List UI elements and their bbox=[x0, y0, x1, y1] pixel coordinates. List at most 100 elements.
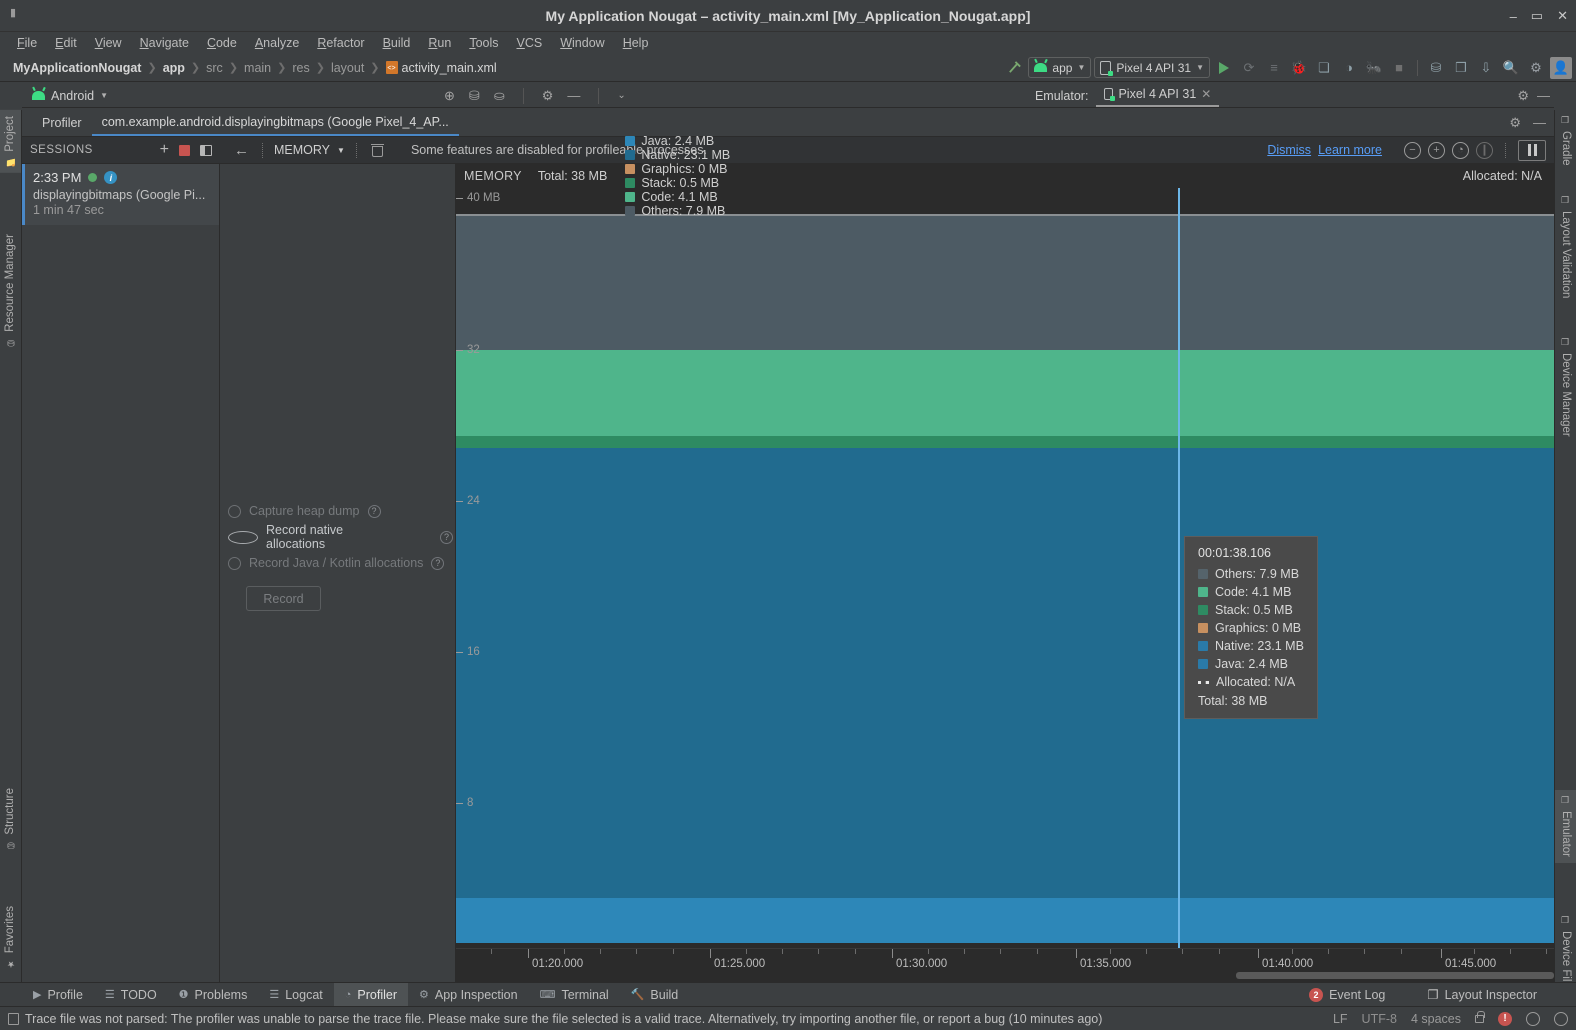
add-session-button[interactable]: + bbox=[160, 142, 169, 158]
bottom-tab-todo[interactable]: ☰ TODO bbox=[94, 983, 168, 1007]
radio-button[interactable] bbox=[228, 530, 258, 544]
trash-icon[interactable] bbox=[370, 143, 384, 157]
sdk-manager-icon[interactable]: ⛁ bbox=[1425, 57, 1447, 79]
breadcrumb-item-res[interactable]: res bbox=[289, 61, 312, 75]
minimize-icon[interactable]: — bbox=[567, 88, 580, 103]
align-icon[interactable]: ⛁ bbox=[469, 88, 480, 104]
avatar[interactable]: 👤 bbox=[1550, 56, 1572, 79]
minimize-icon[interactable]: — bbox=[1533, 115, 1546, 131]
record-options-list[interactable]: Capture heap dump? Record native allocati… bbox=[228, 504, 453, 570]
apply-code-changes-icon[interactable]: ≡ bbox=[1263, 57, 1285, 79]
breadcrumb-item-src[interactable]: src bbox=[203, 61, 226, 75]
memory-plot[interactable]: 40 MB 32 24 16 8 00:01:38.106 Others: 7.… bbox=[456, 188, 1554, 948]
breadcrumb[interactable]: MyApplicationNougat ❯ app ❯ src ❯ main ❯ res ❯ lay… bbox=[10, 60, 500, 75]
bottom-tab-app-inspection[interactable]: ⚙ App Inspection bbox=[408, 983, 529, 1007]
emulator-tab[interactable]: Pixel 4 API 31 ✕ bbox=[1096, 84, 1220, 107]
sync-gradle-icon[interactable]: ⇩ bbox=[1475, 57, 1497, 79]
expand-icon[interactable]: ⌄ bbox=[617, 90, 625, 101]
record-option-2[interactable]: Record Java / Kotlin allocations? bbox=[228, 556, 453, 570]
device-selector[interactable]: Pixel 4 API 31 ▼ bbox=[1094, 57, 1210, 78]
profiler-process-tab[interactable]: com.example.android.displayingbitmaps (G… bbox=[91, 111, 459, 136]
zoom-out-icon[interactable]: − bbox=[1404, 141, 1421, 159]
center-view-icon[interactable]: ⊕ bbox=[444, 88, 455, 104]
back-arrow-icon[interactable]: ← bbox=[226, 142, 257, 159]
menu-item-vcs[interactable]: VCS bbox=[508, 34, 552, 52]
record-option-0[interactable]: Capture heap dump? bbox=[228, 504, 453, 518]
info-icon[interactable]: i bbox=[104, 171, 118, 184]
session-list-item[interactable]: 2:33 PM i displayingbitmaps (Google Pi..… bbox=[22, 164, 219, 225]
tool-tab-project[interactable]: 📁 Project bbox=[0, 110, 21, 173]
tool-tab-resource-manager[interactable]: ⛁ Resource Manager bbox=[0, 228, 21, 353]
menu-item-build[interactable]: Build bbox=[374, 34, 420, 52]
menu-item-view[interactable]: View bbox=[86, 34, 131, 52]
indent-setting[interactable]: 4 spaces bbox=[1411, 1012, 1461, 1026]
tool-tab-gradle[interactable]: ❐ Gradle bbox=[1555, 110, 1576, 172]
bottom-tab-build[interactable]: 🔨 Build bbox=[620, 983, 690, 1007]
gear-icon[interactable]: ⚙ bbox=[1517, 88, 1529, 104]
breadcrumb-item-layout[interactable]: layout bbox=[328, 61, 367, 75]
run-config-selector[interactable]: app ▼ bbox=[1028, 57, 1092, 78]
menu-item-navigate[interactable]: Navigate bbox=[131, 34, 198, 52]
radio-button[interactable] bbox=[228, 556, 241, 570]
breadcrumb-item-main[interactable]: main bbox=[241, 61, 274, 75]
bottom-tool-bar[interactable]: ▶ Profile ☰ TODO ❶ Problems ☰ Logcat ◔ Profiler ⚙ A… bbox=[0, 982, 1576, 1007]
timeline-axis[interactable]: 01:20.000 01:25.000 01:30.000 01:35.000 01:4… bbox=[456, 948, 1554, 982]
profile-icon[interactable]: ◑ bbox=[1338, 57, 1360, 79]
menu-item-tools[interactable]: Tools bbox=[460, 34, 507, 52]
run-profiler-icon[interactable]: 🐜 bbox=[1363, 57, 1385, 79]
timeline-scrollbar[interactable] bbox=[1236, 972, 1554, 979]
encoding[interactable]: UTF-8 bbox=[1362, 1012, 1397, 1026]
minimize-icon[interactable]: — bbox=[1537, 88, 1550, 103]
layout-icon[interactable]: ⛀ bbox=[494, 88, 505, 104]
gear-icon[interactable]: ⚙ bbox=[1509, 115, 1521, 131]
help-icon[interactable]: ? bbox=[431, 556, 445, 570]
line-separator[interactable]: LF bbox=[1333, 1012, 1348, 1026]
run-button[interactable] bbox=[1213, 57, 1235, 79]
breadcrumb-project[interactable]: MyApplicationNougat bbox=[10, 61, 144, 75]
attach-debugger-icon[interactable]: ❏ bbox=[1313, 57, 1335, 79]
breadcrumb-file[interactable]: activity_main.xml bbox=[383, 60, 500, 75]
menu-bar[interactable]: File Edit View Navigate Code Analyze Refactor B… bbox=[0, 32, 1576, 54]
menu-item-refactor[interactable]: Refactor bbox=[308, 34, 373, 52]
tool-tab-device-manager[interactable]: ❐ Device Manager bbox=[1555, 332, 1576, 443]
toggle-sessions-panel-button[interactable] bbox=[200, 144, 212, 156]
event-log-button[interactable]: 2 Event Log bbox=[1298, 983, 1396, 1007]
close-button[interactable]: ✕ bbox=[1557, 8, 1568, 24]
stage-selector[interactable]: MEMORY ▼ bbox=[268, 143, 351, 157]
jump-to-live-icon[interactable]: ❙ bbox=[1476, 141, 1493, 159]
bottom-tab-terminal[interactable]: ⌨ Terminal bbox=[529, 983, 620, 1007]
menu-item-file[interactable]: File bbox=[8, 34, 46, 52]
bottom-tab-problems[interactable]: ❶ Problems bbox=[168, 983, 259, 1007]
menu-item-help[interactable]: Help bbox=[614, 34, 658, 52]
gear-icon[interactable]: ⚙ bbox=[1525, 57, 1547, 79]
left-tool-strip[interactable]: 📁 Project ⛁ Resource Manager ⛁ Structure ★ Favo… bbox=[0, 110, 22, 1030]
timeline-cursor[interactable] bbox=[1178, 188, 1180, 948]
bottom-tab-profile[interactable]: ▶ Profile bbox=[22, 983, 94, 1007]
menu-item-code[interactable]: Code bbox=[198, 34, 246, 52]
right-tool-strip[interactable]: ❐ Gradle ❐ Layout Validation ❐ Device Manager… bbox=[1554, 110, 1576, 1030]
stop-session-button[interactable] bbox=[179, 144, 190, 156]
avd-manager-icon[interactable]: ❒ bbox=[1450, 57, 1472, 79]
chevron-down-icon[interactable]: ▼ bbox=[100, 91, 108, 100]
help-icon[interactable]: ? bbox=[367, 504, 381, 518]
stage-controls[interactable]: ← MEMORY ▼ bbox=[220, 137, 399, 163]
breadcrumb-item-app[interactable]: app bbox=[160, 61, 188, 75]
debug-icon[interactable]: 🐞 bbox=[1288, 57, 1310, 79]
apply-changes-icon[interactable]: ⟳ bbox=[1238, 57, 1260, 79]
menu-item-run[interactable]: Run bbox=[419, 34, 460, 52]
bottom-tab-profiler[interactable]: ◔ Profiler bbox=[333, 982, 408, 1007]
notice-actions[interactable]: Dismiss Learn more − + ◔ ❙ bbox=[1267, 139, 1554, 161]
help-icon[interactable]: ? bbox=[440, 530, 453, 544]
record-button[interactable]: Record bbox=[246, 586, 321, 611]
tool-tab-favorites[interactable]: ★ Favorites bbox=[0, 900, 21, 974]
maximize-button[interactable]: ▭ bbox=[1531, 8, 1543, 24]
main-toolbar[interactable]: app ▼ Pixel 4 API 31 ▼ ⟳ ≡ 🐞 ❏ ◑ 🐜 ■ ⛁ ❒… bbox=[1003, 56, 1576, 79]
zoom-in-icon[interactable]: + bbox=[1428, 141, 1445, 159]
build-hammer-icon[interactable] bbox=[1003, 57, 1025, 79]
stop-icon[interactable]: ■ bbox=[1388, 57, 1410, 79]
minimize-button[interactable]: ‒ bbox=[1510, 9, 1517, 24]
window-controls[interactable]: ‒ ▭ ✕ bbox=[1510, 0, 1568, 32]
notification-icon[interactable] bbox=[8, 1012, 19, 1025]
lock-icon[interactable] bbox=[1475, 1010, 1485, 1023]
menu-item-analyze[interactable]: Analyze bbox=[246, 34, 308, 52]
